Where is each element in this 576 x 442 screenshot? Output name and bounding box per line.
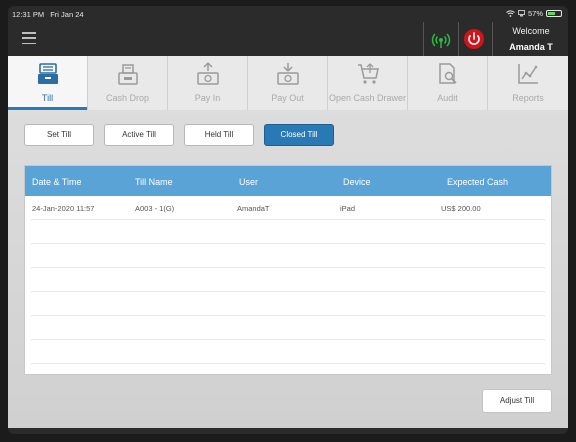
till-table: Date & Time Till Name User Device Expect… [24,165,552,375]
status-date: Fri Jan 24 [50,10,84,19]
empty-table-row [31,292,545,316]
cell-expected-cash: US$ 200.00 [441,204,481,213]
tab-cash-drop[interactable]: Cash Drop [88,56,168,110]
table-row[interactable]: 24-Jan-2020 11:57 A003 - 1(G) AmandaT iP… [31,196,545,220]
pay-out-icon [277,63,299,85]
filter-held-till-button[interactable]: Held Till [184,124,254,146]
connection-signal-icon[interactable] [430,29,452,51]
battery-icon [546,10,562,17]
tab-open-cash-drawer[interactable]: Open Cash Drawer [328,56,408,110]
filter-set-till-button[interactable]: Set Till [24,124,94,146]
empty-table-row [31,244,545,268]
filter-closed-till-button[interactable]: Closed Till [264,124,334,146]
header-divider [458,22,459,56]
power-logout-icon[interactable] [463,28,485,50]
empty-table-row [31,220,545,244]
column-header-date-time[interactable]: Date & Time [32,177,82,187]
app-screen: 12:31 PM Fri Jan 24 57% Welcome Amanda T… [8,6,568,434]
cart-icon [358,63,379,84]
filter-active-till-button[interactable]: Active Till [104,124,174,146]
column-header-device[interactable]: Device [343,177,371,187]
cell-date-time: 24-Jan-2020 11:57 [32,204,95,213]
ipad-device: 12:31 PM Fri Jan 24 57% Welcome Amanda T… [0,0,576,442]
tab-label: Audit [437,93,458,103]
empty-table-row [31,316,545,340]
header-divider [492,22,493,56]
cash-drop-icon [118,64,138,85]
tab-till[interactable]: Till [8,56,88,110]
pay-in-icon [197,62,219,85]
empty-table-row [31,268,545,292]
main-content: Till Cash Drop Pay In Pay Out Open Cash … [8,56,568,428]
welcome-label: Welcome [512,26,550,36]
cell-device: iPad [340,204,356,213]
tab-label: Pay Out [271,93,304,103]
tab-label: Cash Drop [105,93,150,103]
status-bar: 12:31 PM Fri Jan 24 57% [8,6,568,22]
wifi-icon [506,10,515,17]
header-divider [423,22,424,56]
status-time: 12:31 PM [12,10,45,19]
tab-pay-out[interactable]: Pay Out [248,56,328,110]
tab-reports[interactable]: Reports [488,56,568,110]
user-name: Amanda T [509,42,553,52]
hamburger-menu-icon[interactable] [22,32,36,44]
line-chart-icon [518,64,538,84]
cell-user: AmandaT [237,204,270,213]
app-header: Welcome Amanda T [8,22,568,56]
empty-table-row [31,340,545,364]
adjust-till-button[interactable]: Adjust Till [482,389,552,413]
till-drawer-icon [38,63,58,84]
column-header-till-name[interactable]: Till Name [135,177,173,187]
table-header: Date & Time Till Name User Device Expect… [25,166,551,196]
tab-pay-in[interactable]: Pay In [168,56,248,110]
column-header-expected-cash[interactable]: Expected Cash [447,177,508,187]
tab-label: Open Cash Drawer [328,93,407,103]
tab-label: Pay In [194,93,221,103]
column-header-user[interactable]: User [239,177,258,187]
tab-label: Till [41,93,54,103]
audit-search-icon [439,63,457,84]
cell-till-name: A003 - 1(G) [135,204,175,213]
tab-audit[interactable]: Audit [408,56,488,110]
module-tabs: Till Cash Drop Pay In Pay Out Open Cash … [8,56,568,110]
screen-lock-icon [518,10,525,17]
tab-label: Reports [512,93,544,103]
battery-percent: 57% [527,9,543,18]
